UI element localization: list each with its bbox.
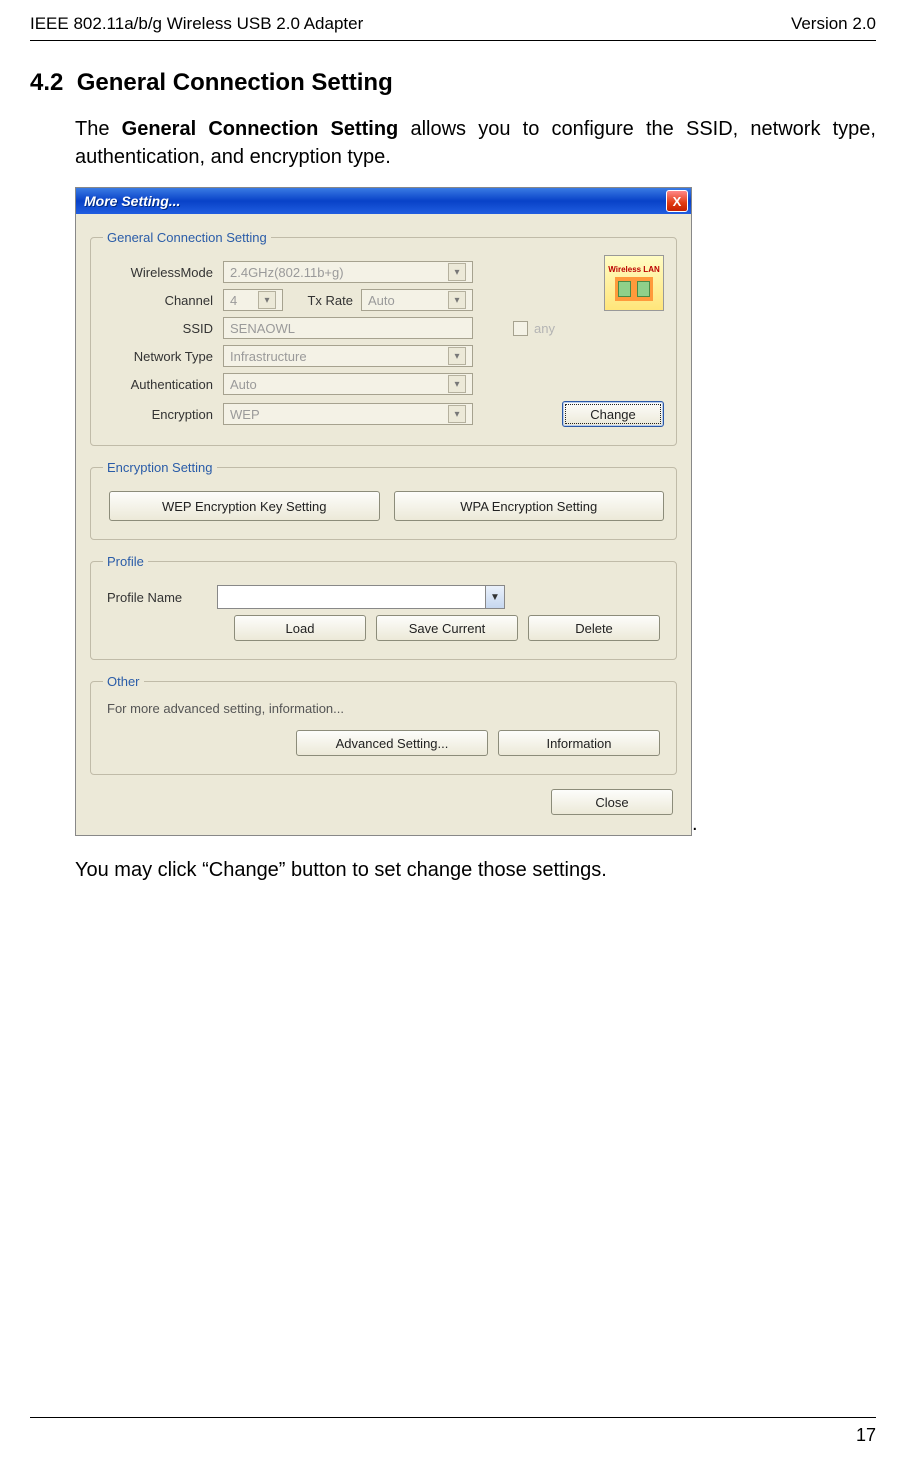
delete-button[interactable]: Delete bbox=[528, 615, 660, 641]
window-title: More Setting... bbox=[84, 193, 180, 209]
chevron-down-icon: ▼ bbox=[485, 586, 504, 608]
page-header: IEEE 802.11a/b/g Wireless USB 2.0 Adapte… bbox=[30, 14, 876, 41]
outro-paragraph: You may click “Change” button to set cha… bbox=[75, 856, 876, 884]
page-number: 17 bbox=[856, 1425, 876, 1446]
select-profile-name[interactable]: ▼ bbox=[217, 585, 505, 609]
select-txrate[interactable]: Auto ▾ bbox=[361, 289, 473, 311]
advanced-setting-button[interactable]: Advanced Setting... bbox=[296, 730, 488, 756]
wireless-lan-logo: Wireless LAN bbox=[604, 255, 664, 311]
group-general-connection: General Connection Setting Wireless LAN … bbox=[90, 230, 677, 446]
label-encryption: Encryption bbox=[103, 407, 223, 422]
section-heading: 4.2 General Connection Setting bbox=[30, 69, 876, 97]
label-txrate: Tx Rate bbox=[283, 293, 361, 308]
logo-text: Wireless LAN bbox=[608, 265, 660, 274]
checkbox-any[interactable]: any bbox=[513, 321, 555, 336]
page: IEEE 802.11a/b/g Wireless USB 2.0 Adapte… bbox=[0, 0, 906, 1464]
label-ssid: SSID bbox=[103, 321, 223, 336]
logo-icon bbox=[615, 277, 653, 301]
value-encryption: WEP bbox=[230, 407, 260, 422]
value-txrate: Auto bbox=[368, 293, 395, 308]
save-current-button[interactable]: Save Current bbox=[376, 615, 518, 641]
group-other: Other For more advanced setting, informa… bbox=[90, 674, 677, 775]
select-wirelessmode[interactable]: 2.4GHz(802.11b+g) ▾ bbox=[223, 261, 473, 283]
label-profile-name: Profile Name bbox=[103, 590, 217, 605]
intro-paragraph: The General Connection Setting allows yo… bbox=[75, 115, 876, 171]
chevron-down-icon: ▾ bbox=[448, 263, 466, 281]
value-channel: 4 bbox=[230, 293, 237, 308]
legend-profile: Profile bbox=[103, 554, 148, 569]
trailing-period: . bbox=[692, 813, 698, 835]
chevron-down-icon: ▾ bbox=[448, 291, 466, 309]
dialog-window: More Setting... X General Connection Set… bbox=[75, 187, 692, 836]
dialog-body: General Connection Setting Wireless LAN … bbox=[76, 214, 691, 835]
select-networktype[interactable]: Infrastructure ▾ bbox=[223, 345, 473, 367]
other-hint: For more advanced setting, information..… bbox=[103, 699, 664, 724]
chevron-down-icon: ▾ bbox=[258, 291, 276, 309]
chevron-down-icon: ▾ bbox=[448, 347, 466, 365]
information-button[interactable]: Information bbox=[498, 730, 660, 756]
label-networktype: Network Type bbox=[103, 349, 223, 364]
select-channel[interactable]: 4 ▾ bbox=[223, 289, 283, 311]
legend-other: Other bbox=[103, 674, 144, 689]
select-authentication[interactable]: Auto ▾ bbox=[223, 373, 473, 395]
screenshot-wrapper: More Setting... X General Connection Set… bbox=[75, 187, 876, 836]
change-button[interactable]: Change bbox=[562, 401, 664, 427]
wep-key-setting-button[interactable]: WEP Encryption Key Setting bbox=[109, 491, 380, 521]
section-title-text: General Connection Setting bbox=[77, 69, 393, 96]
legend-gcs: General Connection Setting bbox=[103, 230, 271, 245]
titlebar: More Setting... X bbox=[76, 188, 691, 214]
chevron-down-icon: ▾ bbox=[448, 375, 466, 393]
select-encryption[interactable]: WEP ▾ bbox=[223, 403, 473, 425]
section-number: 4.2 bbox=[30, 69, 63, 96]
group-encryption-setting: Encryption Setting WEP Encryption Key Se… bbox=[90, 460, 677, 540]
close-button[interactable]: Close bbox=[551, 789, 673, 815]
value-networktype: Infrastructure bbox=[230, 349, 307, 364]
load-button[interactable]: Load bbox=[234, 615, 366, 641]
label-authentication: Authentication bbox=[103, 377, 223, 392]
chevron-down-icon: ▾ bbox=[448, 405, 466, 423]
label-wirelessmode: WirelessMode bbox=[103, 265, 223, 280]
header-right: Version 2.0 bbox=[791, 14, 876, 34]
label-channel: Channel bbox=[103, 293, 223, 308]
footer-rule bbox=[30, 1417, 876, 1418]
checkbox-icon bbox=[513, 321, 528, 336]
value-authentication: Auto bbox=[230, 377, 257, 392]
value-wirelessmode: 2.4GHz(802.11b+g) bbox=[230, 265, 344, 280]
group-profile: Profile Profile Name ▼ Load Save Current… bbox=[90, 554, 677, 660]
label-any: any bbox=[534, 321, 555, 336]
input-ssid[interactable]: SENAOWL bbox=[223, 317, 473, 339]
legend-encset: Encryption Setting bbox=[103, 460, 217, 475]
close-icon[interactable]: X bbox=[666, 190, 688, 212]
para1-bold: General Connection Setting bbox=[122, 118, 399, 140]
value-ssid: SENAOWL bbox=[230, 321, 295, 336]
para1-prefix: The bbox=[75, 118, 122, 140]
header-left: IEEE 802.11a/b/g Wireless USB 2.0 Adapte… bbox=[30, 14, 363, 34]
wpa-setting-button[interactable]: WPA Encryption Setting bbox=[394, 491, 665, 521]
